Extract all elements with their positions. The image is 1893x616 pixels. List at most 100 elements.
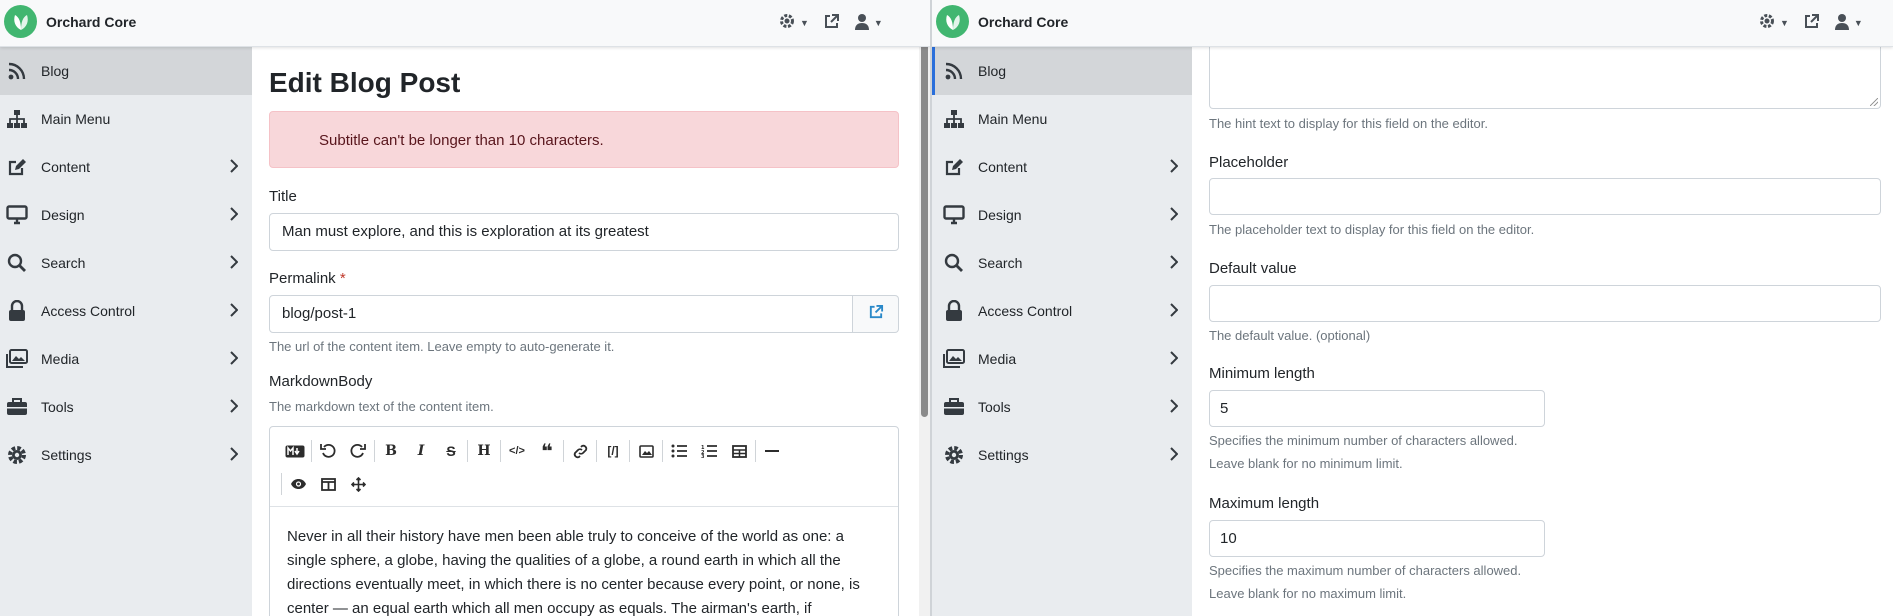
sidebar-item-main-menu[interactable]: Main Menu [0, 95, 252, 143]
hint-textarea[interactable] [1209, 37, 1881, 109]
edit-icon [942, 155, 966, 179]
user-icon [854, 13, 870, 33]
undo-icon[interactable] [313, 438, 343, 464]
fullscreen-arrows-icon[interactable] [343, 471, 373, 497]
toolbar-separator [629, 440, 630, 462]
brand-link[interactable]: Orchard Core [936, 5, 1068, 38]
quote-icon[interactable]: ❝ [532, 438, 562, 464]
gear-icon [778, 12, 796, 33]
left-pane: Orchard Core ▼ ▼ Blog Main Menu Content … [0, 0, 930, 616]
brand-link[interactable]: Orchard Core [4, 5, 136, 38]
left-scrollbar[interactable] [919, 0, 930, 616]
side-by-side-icon[interactable] [313, 471, 343, 497]
sidebar-item-blog[interactable]: Blog [0, 47, 252, 95]
permalink-label-text: Permalink [269, 270, 336, 287]
numbered-list-icon[interactable]: 123 [694, 438, 724, 464]
user-menu[interactable]: ▼ [854, 13, 883, 33]
sidebar-item-design[interactable]: Design [0, 191, 252, 239]
toolbar-separator [500, 440, 501, 462]
minimum-length-hint: Specifies the minimum number of characte… [1209, 433, 1518, 448]
sidebar-item-content[interactable]: Content [932, 143, 1192, 191]
maximum-length-input[interactable]: 10 [1209, 520, 1545, 557]
default-value-hint: The default value. (optional) [1209, 328, 1371, 343]
sidebar-item-media[interactable]: Media [932, 335, 1192, 383]
shortcode-icon[interactable]: [/] [598, 438, 628, 464]
title-input[interactable]: Man must explore, and this is exploratio… [269, 213, 899, 251]
user-menu[interactable]: ▼ [1834, 13, 1863, 33]
sidebar-item-search[interactable]: Search [932, 239, 1192, 287]
sidebar-item-label: Settings [978, 447, 1029, 463]
toolbar-separator [374, 440, 375, 462]
table-icon[interactable] [724, 438, 754, 464]
toolbar-separator [596, 440, 597, 462]
heading-icon[interactable]: H [469, 438, 499, 464]
gear-icon [5, 443, 29, 467]
placeholder-label: Placeholder [1209, 154, 1289, 171]
markdown-editor-text[interactable]: Never in all their history have men been… [287, 525, 887, 616]
bold-icon[interactable]: B [376, 438, 406, 464]
code-icon[interactable]: </> [502, 438, 532, 464]
desktop-icon [942, 203, 966, 227]
image-icon[interactable] [631, 438, 661, 464]
toolbar-row-2 [280, 471, 373, 497]
toolbar-separator [662, 440, 663, 462]
default-value-label: Default value [1209, 260, 1297, 277]
top-navbar: Orchard Core ▼ ▼ [932, 0, 1893, 47]
markdown-body-hint: The markdown text of the content item. [269, 399, 494, 414]
resize-handle[interactable] [1870, 98, 1878, 106]
theme-toggle[interactable]: ▼ [1758, 12, 1789, 33]
minimum-length-input[interactable]: 5 [1209, 390, 1545, 427]
maximum-length-hint-2: Leave blank for no maximum limit. [1209, 586, 1407, 601]
bulleted-list-icon[interactable] [664, 438, 694, 464]
italic-icon[interactable]: I [406, 438, 436, 464]
markdown-icon[interactable] [280, 438, 310, 464]
editor-toolbar: B I S H </> ❝ [/] 123 [270, 427, 898, 507]
visit-site-link[interactable] [1803, 13, 1820, 33]
rss-icon [5, 59, 29, 83]
sidebar-item-media[interactable]: Media [0, 335, 252, 383]
top-navbar: Orchard Core ▼ ▼ [0, 0, 930, 47]
minimum-length-hint-2: Leave blank for no minimum limit. [1209, 456, 1403, 471]
permalink-input[interactable]: blog/post-1 [269, 295, 853, 333]
scrollbar-thumb[interactable] [921, 12, 928, 417]
visit-site-link[interactable] [823, 13, 840, 33]
redo-icon[interactable] [343, 438, 373, 464]
sidebar-item-main-menu[interactable]: Main Menu [932, 95, 1192, 143]
markdown-editor: B I S H </> ❝ [/] 123 Never in all their… [269, 426, 899, 616]
images-icon [5, 347, 29, 371]
search-icon [942, 251, 966, 275]
sidebar-item-label: Design [978, 207, 1022, 223]
sidebar-item-settings[interactable]: Settings [0, 431, 252, 479]
default-value-input[interactable] [1209, 285, 1881, 322]
chevron-right-icon [1169, 399, 1179, 416]
sidebar-item-tools[interactable]: Tools [0, 383, 252, 431]
sidebar-item-settings[interactable]: Settings [932, 431, 1192, 479]
maximum-length-label: Maximum length [1209, 495, 1320, 512]
sidebar-item-blog[interactable]: Blog [932, 47, 1192, 95]
rss-icon [942, 59, 966, 83]
sidebar-item-label: Tools [978, 399, 1011, 415]
sidebar-item-content[interactable]: Content [0, 143, 252, 191]
images-icon [942, 347, 966, 371]
sidebar-item-access-control[interactable]: Access Control [0, 287, 252, 335]
theme-toggle[interactable]: ▼ [778, 12, 809, 33]
placeholder-input[interactable] [1209, 178, 1881, 215]
toolbar-row-1: B I S H </> ❝ [/] 123 [280, 438, 787, 464]
toolbar-separator [281, 473, 282, 495]
toolbar-separator [311, 440, 312, 462]
sidebar-item-tools[interactable]: Tools [932, 383, 1192, 431]
lock-icon [942, 299, 966, 323]
preview-eye-icon[interactable] [283, 471, 313, 497]
horizontal-rule-icon[interactable] [757, 438, 787, 464]
sidebar-item-design[interactable]: Design [932, 191, 1192, 239]
sitemap-icon [942, 107, 966, 131]
sidebar-item-access-control[interactable]: Access Control [932, 287, 1192, 335]
lock-icon [5, 299, 29, 323]
sidebar-item-search[interactable]: Search [0, 239, 252, 287]
title-label: Title [269, 188, 297, 205]
strikethrough-icon[interactable]: S [436, 438, 466, 464]
sitemap-icon [5, 107, 29, 131]
sidebar-item-label: Search [41, 255, 86, 271]
open-permalink-button[interactable] [853, 295, 899, 333]
link-icon[interactable] [565, 438, 595, 464]
